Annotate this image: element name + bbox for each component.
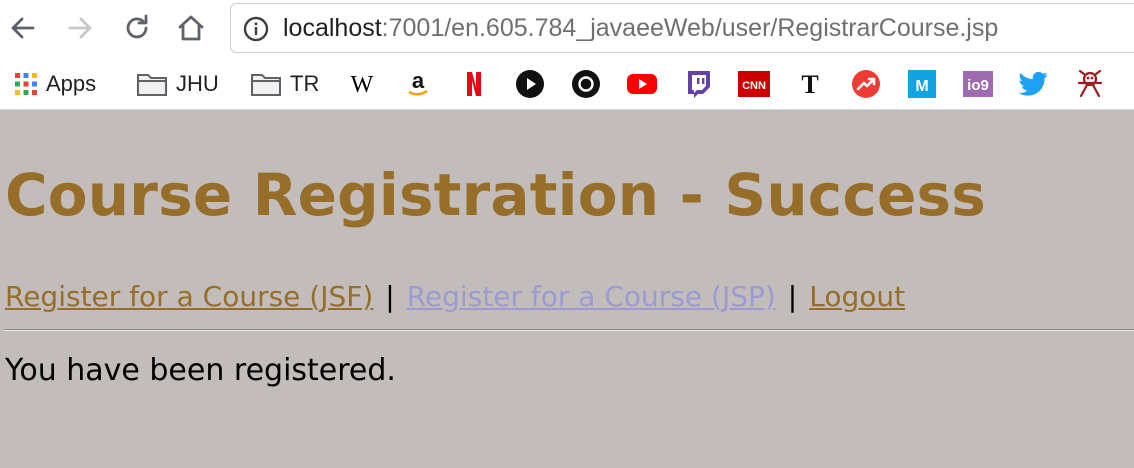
bookmarks-bar: Apps JHU TR W a CNN T M io9 (0, 58, 1134, 110)
svg-text:io9: io9 (967, 77, 989, 94)
bookmark-apps[interactable]: Apps (14, 68, 96, 100)
trending-icon[interactable] (850, 68, 882, 100)
page-content: Course Registration - Success Register f… (0, 111, 1134, 468)
netflix-icon[interactable] (458, 68, 490, 100)
nav-links: Register for a Course (JSF) | Register for… (5, 277, 905, 317)
nytimes-icon[interactable]: T (794, 68, 826, 100)
link-separator: | (787, 280, 798, 313)
folder-icon (137, 74, 167, 96)
info-icon[interactable] (243, 16, 269, 46)
home-button[interactable] (173, 10, 209, 46)
url-text[interactable]: localhost:7001/en.605.784_javaeeWeb/user… (283, 12, 998, 44)
circle-icon[interactable] (570, 68, 602, 100)
back-arrow-icon (11, 17, 35, 39)
bug-icon[interactable] (1074, 68, 1106, 100)
page-title: Course Registration - Success (5, 161, 986, 229)
reload-button[interactable] (119, 10, 155, 46)
address-bar[interactable]: localhost:7001/en.605.784_javaeeWeb/user… (230, 3, 1134, 53)
url-host: localhost (283, 14, 382, 42)
bookmark-label: TR (290, 71, 320, 96)
register-jsp-link[interactable]: Register for a Course (JSP) (407, 280, 776, 313)
svg-text:CNN: CNN (742, 80, 766, 92)
apps-grid-icon (15, 73, 37, 95)
folder-icon (251, 74, 281, 96)
bookmark-label: Apps (46, 71, 97, 96)
horizontal-rule (4, 329, 1134, 331)
reload-icon (126, 14, 148, 39)
link-separator: | (385, 280, 395, 313)
svg-text:M: M (915, 78, 928, 95)
home-icon (178, 15, 204, 41)
twitter-icon[interactable] (1018, 68, 1050, 100)
svg-text:W: W (351, 72, 374, 98)
svg-text:T: T (801, 70, 818, 99)
play-icon[interactable] (514, 68, 546, 100)
success-message: You have been registered. (5, 353, 396, 388)
medium-icon[interactable]: M (906, 68, 938, 100)
io9-icon[interactable]: io9 (962, 68, 994, 100)
forward-button[interactable] (62, 10, 98, 46)
amazon-icon[interactable]: a (402, 68, 434, 100)
youtube-icon[interactable] (626, 68, 658, 100)
logout-link[interactable]: Logout (809, 280, 905, 313)
forward-arrow-icon (68, 17, 92, 39)
back-button[interactable] (5, 10, 41, 46)
bookmark-folder-tr[interactable]: TR (250, 68, 319, 100)
url-path: :7001/en.605.784_javaeeWeb/user/Registra… (381, 14, 999, 42)
wikipedia-icon[interactable]: W (346, 68, 378, 100)
browser-toolbar: localhost:7001/en.605.784_javaeeWeb/user… (0, 0, 1134, 58)
cnn-icon[interactable]: CNN (738, 68, 770, 100)
bookmark-label: JHU (176, 71, 219, 96)
register-jsf-link[interactable]: Register for a Course (JSF) (5, 280, 373, 313)
svg-text:a: a (412, 69, 425, 93)
bookmark-folder-jhu[interactable]: JHU (136, 68, 219, 100)
twitch-icon[interactable] (682, 68, 714, 100)
